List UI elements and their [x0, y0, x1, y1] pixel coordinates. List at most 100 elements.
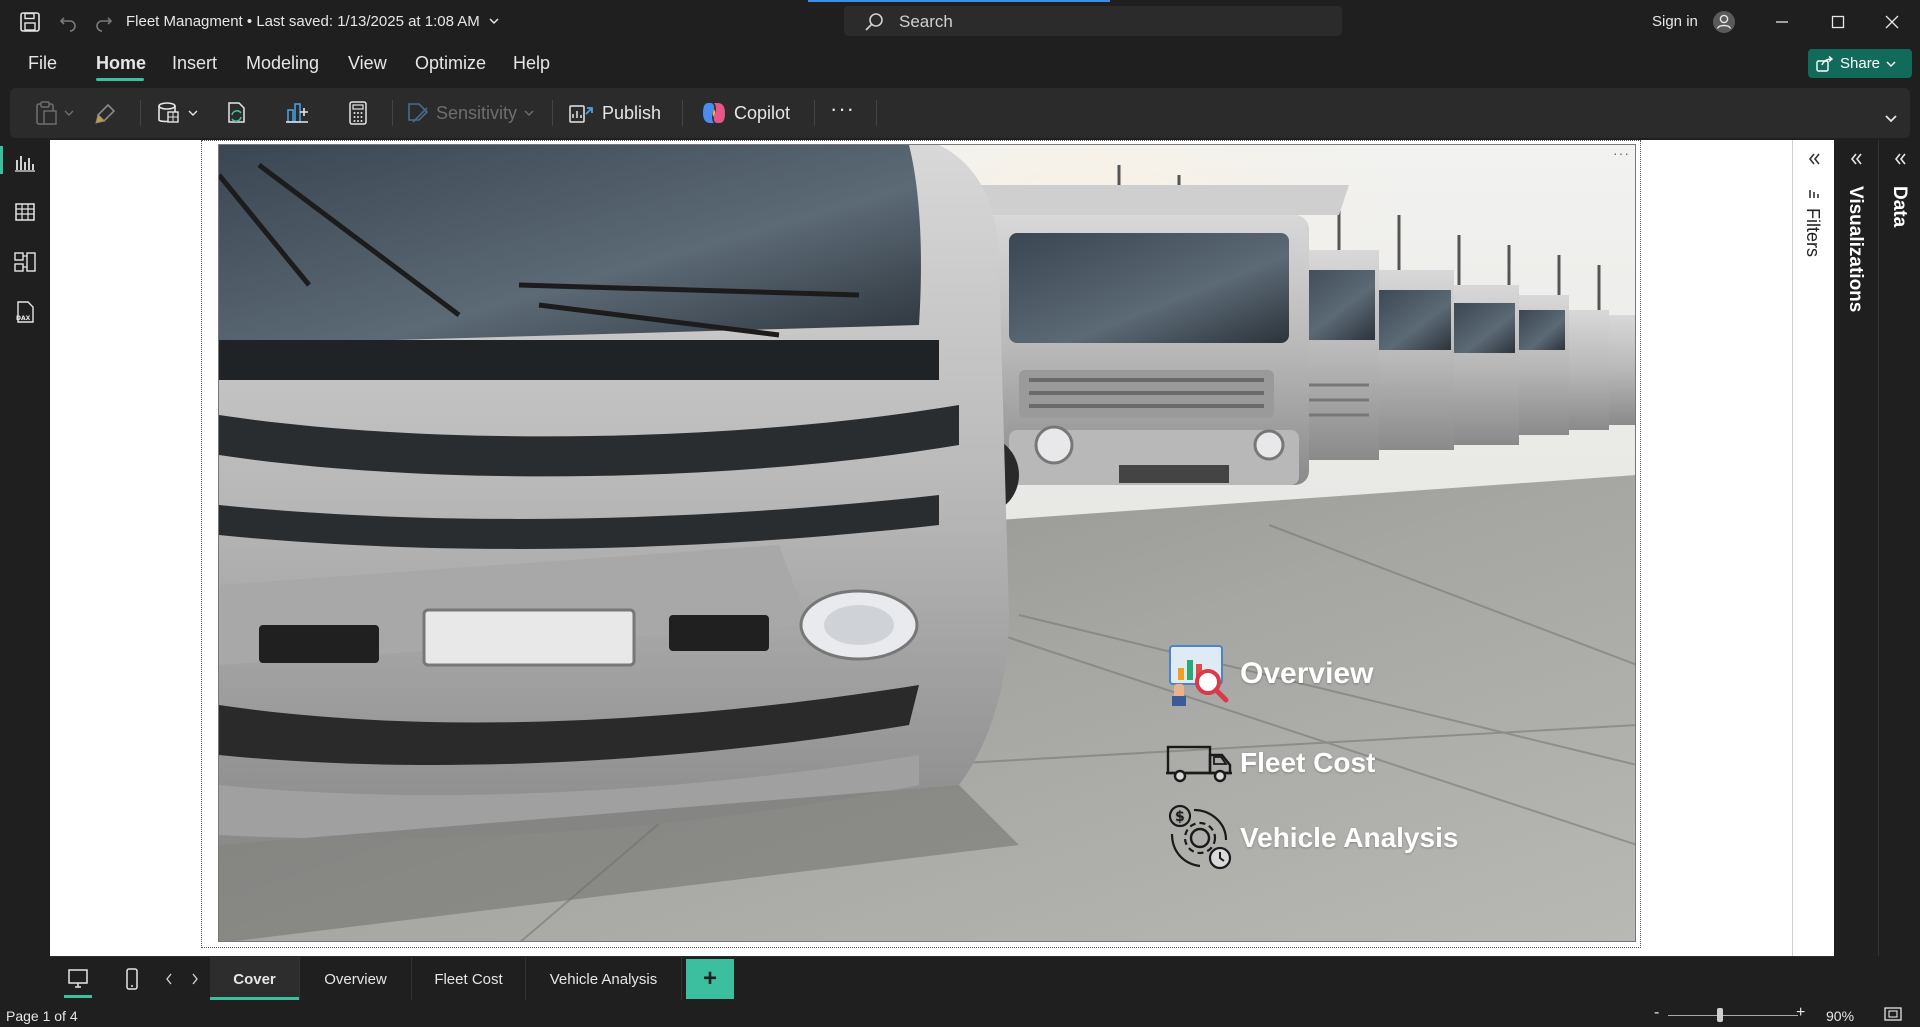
- sensitivity-button[interactable]: Sensitivity: [406, 98, 535, 128]
- collapse-ribbon-button[interactable]: [1884, 104, 1898, 134]
- double-chevron-left-icon[interactable]: [1849, 152, 1863, 166]
- svg-text:DAX: DAX: [16, 315, 31, 322]
- zoom-slider-track[interactable]: [1668, 1015, 1798, 1016]
- analytics-magnifier-icon: [1169, 645, 1229, 706]
- close-button[interactable]: [1880, 10, 1904, 34]
- page-tab-cover[interactable]: Cover: [210, 957, 300, 1001]
- page-tab-label: Overview: [324, 970, 387, 988]
- redo-icon[interactable]: [92, 10, 116, 34]
- page-tab-label: Fleet Cost: [434, 970, 503, 988]
- paste-button[interactable]: [34, 98, 74, 128]
- zoom-level[interactable]: 90%: [1826, 1008, 1854, 1024]
- ribbon-separator: [814, 100, 815, 126]
- filters-pane[interactable]: Filters: [1792, 140, 1834, 956]
- ribbon-separator: [876, 100, 877, 126]
- user-avatar-icon[interactable]: [1712, 10, 1736, 34]
- data-pane[interactable]: Data: [1878, 140, 1920, 956]
- double-chevron-left-icon[interactable]: [1893, 152, 1907, 166]
- copilot-button[interactable]: Copilot: [700, 98, 790, 128]
- zoom-in-button[interactable]: +: [1796, 1004, 1805, 1022]
- share-label: Share: [1840, 55, 1881, 72]
- page-count: Page 1 of 4: [6, 1008, 78, 1024]
- active-menu-indicator: [96, 78, 144, 81]
- menu-view[interactable]: View: [348, 53, 387, 74]
- table-view-icon[interactable]: [13, 200, 37, 224]
- ribbon-separator: [552, 100, 553, 126]
- publish-button[interactable]: Publish: [568, 98, 661, 128]
- menu-help[interactable]: Help: [513, 53, 550, 74]
- save-icon[interactable]: [18, 10, 42, 34]
- cost-gear-clock-icon: $: [1168, 804, 1232, 870]
- page-tab-overview[interactable]: Overview: [300, 957, 412, 1001]
- active-layout-indicator: [64, 995, 92, 998]
- dax-query-view-icon[interactable]: DAX: [13, 300, 37, 324]
- visualizations-pane[interactable]: Visualizations: [1834, 140, 1878, 956]
- visualizations-pane-label[interactable]: Visualizations: [1844, 186, 1866, 312]
- more-options-button[interactable]: ···: [830, 94, 855, 124]
- sign-in-link[interactable]: Sign in: [1652, 13, 1698, 30]
- menu-modeling[interactable]: Modeling: [246, 53, 319, 74]
- filter-icon: [1809, 190, 1819, 198]
- nav-overview-button[interactable]: Overview: [1166, 642, 1373, 706]
- new-visual-button[interactable]: [284, 98, 310, 128]
- undo-icon[interactable]: [56, 10, 80, 34]
- minimize-button[interactable]: [1770, 10, 1794, 34]
- page-tab-label: Cover: [233, 970, 276, 988]
- title-bar: Fleet Managment • Last saved: 1/13/2025 …: [0, 0, 1920, 44]
- search-input[interactable]: Search: [844, 6, 1342, 36]
- share-button[interactable]: Share: [1808, 49, 1912, 78]
- sensitivity-label: Sensitivity: [436, 102, 518, 123]
- chevron-down-icon[interactable]: [482, 9, 506, 33]
- status-bar: Page 1 of 4 - + 90%: [0, 1000, 1920, 1027]
- mobile-layout-icon[interactable]: [122, 967, 142, 996]
- maximize-button[interactable]: [1826, 10, 1850, 34]
- menu-bar: File Home Insert Modeling View Optimize …: [0, 44, 1920, 84]
- page-tab-fleet-cost[interactable]: Fleet Cost: [412, 957, 526, 1001]
- publish-label: Publish: [602, 102, 662, 123]
- report-view-icon[interactable]: [13, 150, 37, 174]
- menu-insert[interactable]: Insert: [172, 53, 217, 74]
- search-accent-bar: [808, 0, 1110, 2]
- publish-icon: [569, 105, 593, 123]
- zoom-slider-thumb[interactable]: [1717, 1008, 1723, 1022]
- add-page-button[interactable]: +: [686, 959, 734, 999]
- copilot-label: Copilot: [734, 102, 791, 123]
- zoom-out-button[interactable]: -: [1654, 1004, 1659, 1022]
- document-title[interactable]: Fleet Managment • Last saved: 1/13/2025 …: [126, 13, 480, 30]
- nav-vehicle-analysis-button[interactable]: $ Vehicle Analysis: [1166, 804, 1458, 872]
- view-switcher-rail: DAX: [0, 140, 50, 956]
- new-measure-button[interactable]: [346, 98, 370, 128]
- refresh-icon: [228, 102, 245, 123]
- format-painter-button[interactable]: [94, 98, 118, 128]
- double-chevron-left-icon[interactable]: [1807, 152, 1821, 166]
- ribbon-separator: [392, 100, 393, 126]
- search-icon: [865, 13, 883, 31]
- desktop-layout-icon[interactable]: [64, 967, 92, 998]
- model-view-icon[interactable]: [13, 250, 37, 274]
- report-canvas[interactable]: ··· Overview Fleet Cost $ Vehicle Analys…: [50, 140, 1792, 956]
- refresh-button[interactable]: [224, 98, 250, 128]
- menu-optimize[interactable]: Optimize: [415, 53, 486, 74]
- nav-fleet-cost-button[interactable]: Fleet Cost: [1166, 743, 1375, 783]
- menu-file[interactable]: File: [28, 53, 57, 74]
- next-page-icon[interactable]: [190, 972, 200, 991]
- sensitivity-label-icon: [408, 103, 429, 123]
- page-tabs-bar: Cover Overview Fleet Cost Vehicle Analys…: [50, 956, 1834, 1001]
- active-view-indicator: [0, 146, 3, 174]
- clipboard-icon: [36, 101, 57, 125]
- get-data-button[interactable]: [156, 98, 198, 128]
- ribbon: Sensitivity Publish Copilot ···: [10, 88, 1910, 138]
- share-icon: [1816, 55, 1834, 72]
- page-tab-vehicle-analysis[interactable]: Vehicle Analysis: [526, 957, 682, 1001]
- fit-to-page-icon[interactable]: [1884, 1006, 1902, 1027]
- menu-home[interactable]: Home: [96, 53, 146, 74]
- paintbrush-icon: [95, 103, 116, 124]
- data-pane-label[interactable]: Data: [1888, 186, 1910, 227]
- ribbon-separator: [140, 100, 141, 126]
- filters-pane-label[interactable]: Filters: [1802, 208, 1823, 257]
- chevron-down-icon: [188, 110, 198, 116]
- previous-page-icon[interactable]: [164, 972, 174, 991]
- visual-more-options[interactable]: ···: [1613, 145, 1630, 161]
- calculator-icon: [349, 101, 367, 125]
- delivery-truck-icon: [1166, 745, 1232, 783]
